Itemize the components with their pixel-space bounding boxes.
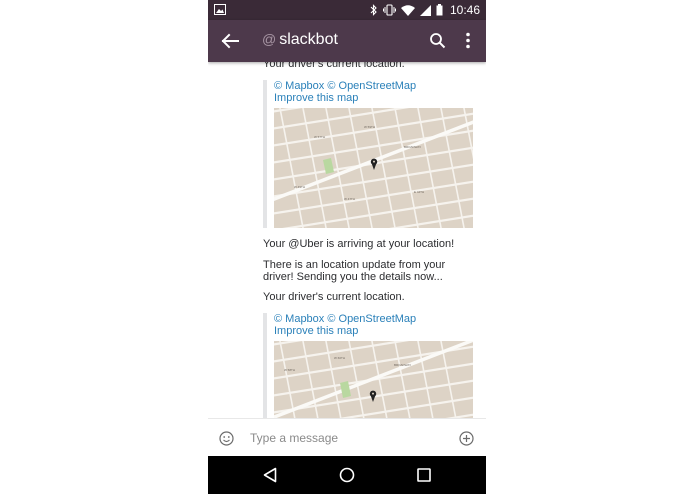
battery-icon — [436, 4, 443, 16]
message-arriving: Your @Uber is arriving at your location! — [263, 238, 455, 250]
map-image[interactable]: W 58TH W 60TH BROADWAY — [274, 341, 473, 418]
svg-text:W 59TH: W 59TH — [364, 125, 375, 129]
message-driver-location-2: Your driver's current location. — [263, 291, 405, 303]
status-bar: 10:46 — [208, 0, 486, 20]
map-attachment-2: © Mapbox © OpenStreetMap Improve this ma… — [263, 313, 475, 418]
map-credits[interactable]: © Mapbox © OpenStreetMap — [274, 313, 475, 325]
nav-home-icon[interactable] — [339, 467, 355, 483]
svg-text:W 47TH: W 47TH — [344, 197, 355, 201]
svg-text:E 44TH: E 44TH — [414, 190, 424, 194]
message-driver-location-1: Your driver's current location. — [263, 62, 405, 70]
system-nav-bar — [208, 456, 486, 494]
improve-map-link[interactable]: Improve this map — [274, 325, 475, 337]
svg-text:W 58TH: W 58TH — [284, 368, 295, 372]
message-update-line-2: driver! Sending you the details now... — [263, 271, 443, 283]
message-input[interactable]: Type a message — [250, 431, 338, 445]
emoji-icon[interactable] — [219, 431, 234, 446]
svg-text:BROADWAY: BROADWAY — [404, 145, 421, 149]
at-symbol: @ — [262, 31, 277, 47]
svg-text:W 60TH: W 60TH — [334, 356, 345, 360]
map-credits[interactable]: © Mapbox © OpenStreetMap — [274, 80, 475, 92]
channel-title[interactable]: @ slackbot — [262, 31, 338, 49]
svg-text:W 49TH: W 49TH — [294, 185, 305, 189]
svg-text:BROADWAY: BROADWAY — [394, 363, 411, 367]
nav-recents-icon[interactable] — [417, 468, 431, 482]
wifi-icon — [400, 4, 415, 16]
improve-map-link[interactable]: Improve this map — [274, 92, 475, 104]
message-composer: Type a message — [208, 418, 486, 456]
channel-name: slackbot — [279, 31, 338, 48]
back-arrow-icon[interactable] — [220, 31, 240, 51]
cell-signal-icon — [419, 4, 431, 16]
svg-text:W 57TH: W 57TH — [314, 135, 325, 139]
nav-back-icon[interactable] — [263, 467, 277, 483]
search-icon[interactable] — [429, 32, 446, 49]
vibrate-icon — [382, 4, 396, 16]
map-attachment-1: © Mapbox © OpenStreetMap Improve this ma… — [263, 80, 475, 228]
phone-screen: 10:46 @ slackbot Your driver's current l… — [208, 0, 486, 494]
bluetooth-icon — [370, 4, 377, 16]
map-image[interactable]: W 57TH W 59TH BROADWAY W 49TH W 47TH E 44TH — [274, 108, 473, 228]
message-list[interactable]: Your driver's current location. © Mapbox… — [208, 62, 486, 418]
app-bar: @ slackbot — [208, 20, 486, 62]
clock: 10:46 — [449, 3, 480, 17]
add-attachment-icon[interactable] — [459, 431, 474, 446]
image-icon — [214, 4, 226, 15]
more-vert-icon[interactable] — [465, 32, 471, 49]
